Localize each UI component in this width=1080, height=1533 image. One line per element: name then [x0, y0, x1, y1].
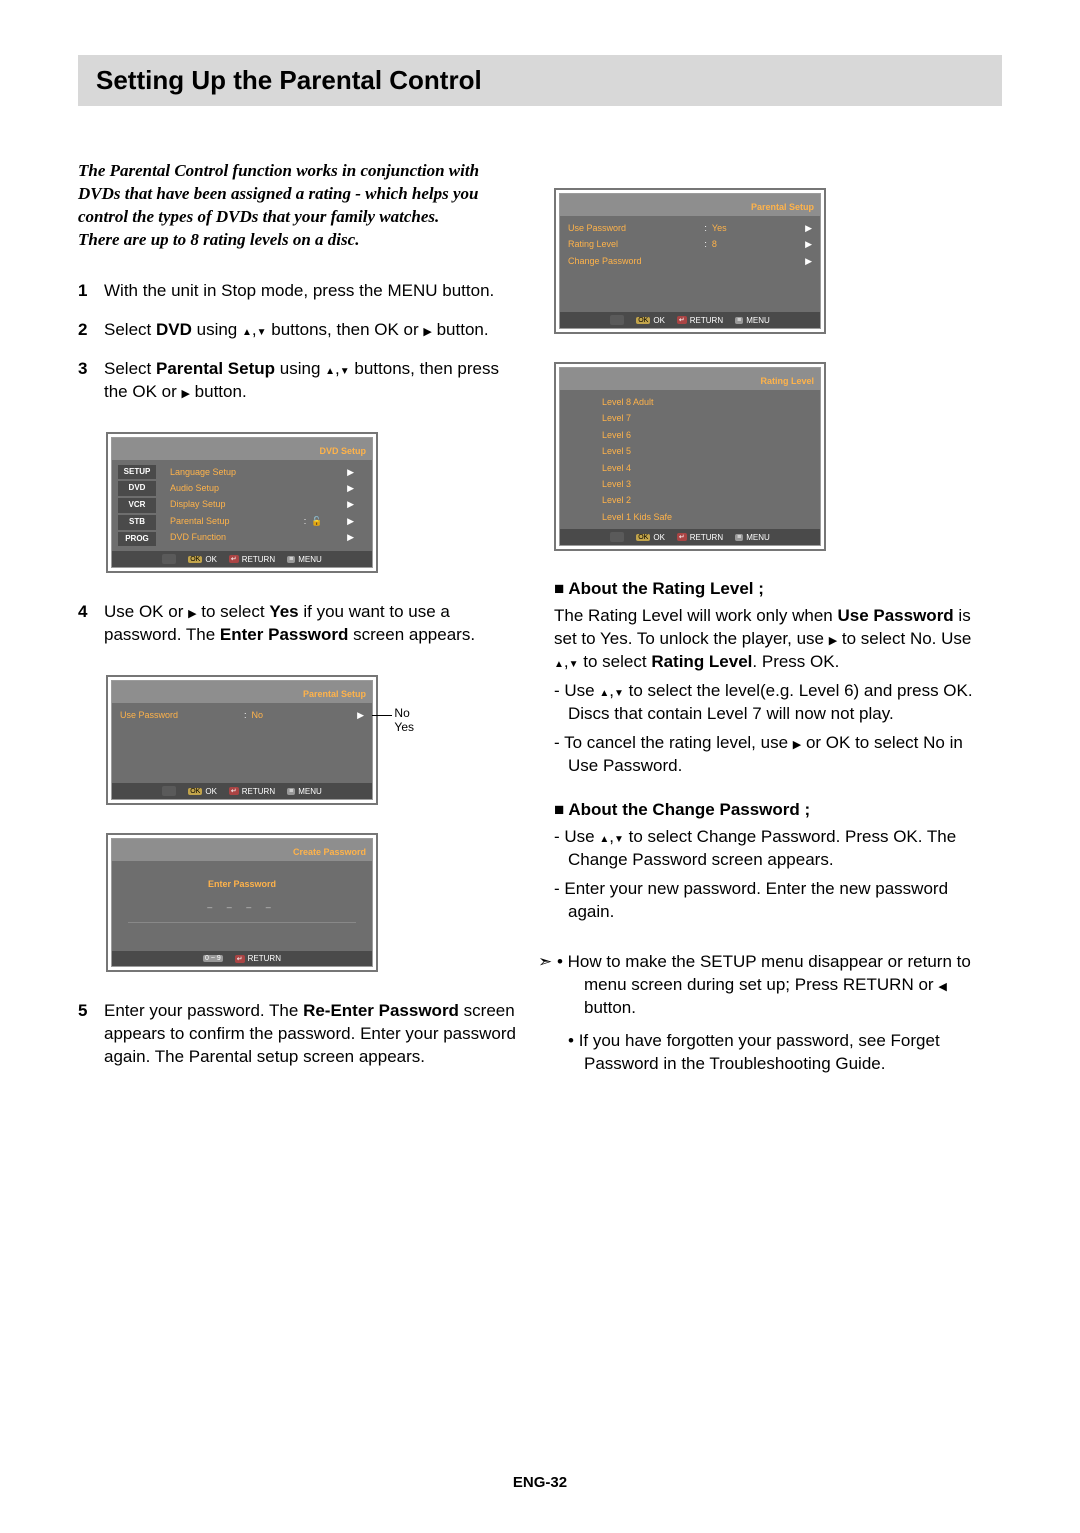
rating-level-item: Level 7	[602, 410, 820, 426]
right-icon	[423, 320, 431, 339]
password-dashes: – – – –	[118, 892, 366, 922]
osd-tab: DVD	[118, 481, 156, 496]
osd-footer: 0 ~ 9 ↵RETURN	[112, 951, 372, 966]
step-number: 4	[78, 601, 104, 647]
left-column: The Parental Control function works in c…	[78, 160, 518, 1086]
osd-parental-setup-no: Parental Setup Use Password : No ▶ OK	[106, 675, 378, 805]
updown-icon: ,	[599, 681, 624, 700]
step-list: 1 With the unit in Stop mode, press the …	[78, 280, 518, 404]
right-icon	[829, 629, 837, 648]
updown-icon: ,	[599, 827, 624, 846]
right-column: Parental Setup Use Password: Yes▶ Rating…	[554, 160, 994, 1086]
osd-sidebar: SETUP DVD VCR STB PROG	[118, 464, 164, 548]
step-1: 1 With the unit in Stop mode, press the …	[78, 280, 518, 303]
step-list: 4 Use OK or to select Yes if you want to…	[78, 601, 518, 647]
callout-no-yes: NoYes	[394, 707, 414, 735]
rating-level-item: Level 1 Kids Safe	[602, 509, 820, 525]
step-text: With the unit in Stop mode, press the ME…	[104, 280, 518, 303]
list-item: Enter your new password. Enter the new p…	[554, 878, 994, 924]
step-4: 4 Use OK or to select Yes if you want to…	[78, 601, 518, 647]
list-item: Use , to select Change Password. Press O…	[554, 826, 994, 872]
right-icon	[793, 733, 801, 752]
osd-dvd-setup: DVD Setup SETUP DVD VCR STB PROG	[106, 432, 378, 574]
osd-create-password: Create Password Enter Password – – – – 0…	[106, 833, 378, 972]
content-columns: The Parental Control function works in c…	[78, 160, 1002, 1086]
rating-level-list: Use , to select the level(e.g. Level 6) …	[554, 680, 994, 778]
osd-rows: Use Password: Yes▶ Rating Level: 8▶ Chan…	[566, 220, 814, 269]
osd-tab: STB	[118, 515, 156, 530]
lock-icon: 🔓	[311, 516, 322, 526]
tip-item: ➣ • How to make the SETUP menu disappear…	[554, 951, 994, 1020]
about-change-password-heading: About the Change Password ;	[554, 800, 994, 820]
about-rating-level-heading: About the Rating Level ;	[554, 579, 994, 599]
step-text: Select DVD using , buttons, then OK or b…	[104, 319, 518, 342]
dpad-icon	[162, 786, 176, 796]
rating-level-item: Level 8 Adult	[602, 394, 820, 410]
rating-level-item: Level 6	[602, 427, 820, 443]
osd-tab: SETUP	[118, 465, 156, 480]
osd-title: Create Password	[112, 843, 372, 861]
dpad-icon	[610, 315, 624, 325]
intro-text: The Parental Control function works in c…	[78, 160, 518, 252]
osd-title: Rating Level	[560, 372, 820, 390]
left-icon	[938, 975, 946, 994]
rating-level-item: Level 3	[602, 476, 820, 492]
step-list: 5 Enter your password. The Re-Enter Pass…	[78, 1000, 518, 1069]
osd-tab: VCR	[118, 498, 156, 513]
osd-footer: OKOK ↵RETURN ≡MENU	[112, 551, 372, 567]
step-text: Select Parental Setup using , buttons, t…	[104, 358, 518, 404]
step-text: Enter your password. The Re-Enter Passwo…	[104, 1000, 518, 1069]
osd-menu-items: Language Setup▶ Audio Setup▶ Display Set…	[168, 464, 366, 546]
updown-icon: ,	[554, 652, 579, 671]
intro-line-2: There are up to 8 rating levels on a dis…	[78, 230, 359, 249]
about-rating-level-text: The Rating Level will work only when Use…	[554, 605, 994, 674]
right-icon	[188, 602, 196, 621]
osd-title: Parental Setup	[112, 685, 372, 703]
osd-title: Parental Setup	[560, 198, 820, 216]
list-item: Use , to select the level(e.g. Level 6) …	[554, 680, 994, 726]
pointer-icon: ➣	[538, 952, 557, 971]
osd-footer: OKOK ↵RETURN ≡MENU	[560, 312, 820, 328]
step-number: 1	[78, 280, 104, 303]
step-number: 3	[78, 358, 104, 404]
osd-title: DVD Setup	[112, 442, 372, 460]
step-number: 5	[78, 1000, 104, 1069]
list-item: To cancel the rating level, use or OK to…	[554, 732, 994, 778]
updown-icon: ,	[325, 359, 350, 378]
osd-rating-level: Rating Level Level 8 Adult Level 7 Level…	[554, 362, 826, 551]
step-number: 2	[78, 319, 104, 342]
tip-item: • If you have forgotten your password, s…	[554, 1030, 994, 1076]
osd-tab: PROG	[118, 532, 156, 547]
page-title: Setting Up the Parental Control	[78, 55, 1002, 106]
step-2: 2 Select DVD using , buttons, then OK or…	[78, 319, 518, 342]
page-number: ENG-32	[0, 1474, 1080, 1491]
rating-level-item: Level 5	[602, 443, 820, 459]
osd-footer: OKOK ↵RETURN ≡MENU	[112, 783, 372, 799]
step-3: 3 Select Parental Setup using , buttons,…	[78, 358, 518, 404]
manual-page: Setting Up the Parental Control The Pare…	[0, 0, 1080, 1533]
change-password-list: Use , to select Change Password. Press O…	[554, 826, 994, 924]
updown-icon: ,	[242, 320, 267, 339]
intro-line-1: The Parental Control function works in c…	[78, 161, 479, 226]
right-icon	[181, 382, 189, 401]
rating-level-item: Level 4	[602, 460, 820, 476]
dpad-icon	[162, 554, 176, 564]
osd-row: Use Password : No ▶	[118, 707, 366, 723]
step-5: 5 Enter your password. The Re-Enter Pass…	[78, 1000, 518, 1069]
osd-footer: OKOK ↵RETURN ≡MENU	[560, 529, 820, 545]
tips-block: ➣ • How to make the SETUP menu disappear…	[554, 951, 994, 1076]
osd-parental-setup-yes: Parental Setup Use Password: Yes▶ Rating…	[554, 188, 826, 334]
dpad-icon	[610, 532, 624, 542]
step-text: Use OK or to select Yes if you want to u…	[104, 601, 518, 647]
enter-password-label: Enter Password	[118, 865, 366, 891]
rating-level-item: Level 2	[602, 492, 820, 508]
